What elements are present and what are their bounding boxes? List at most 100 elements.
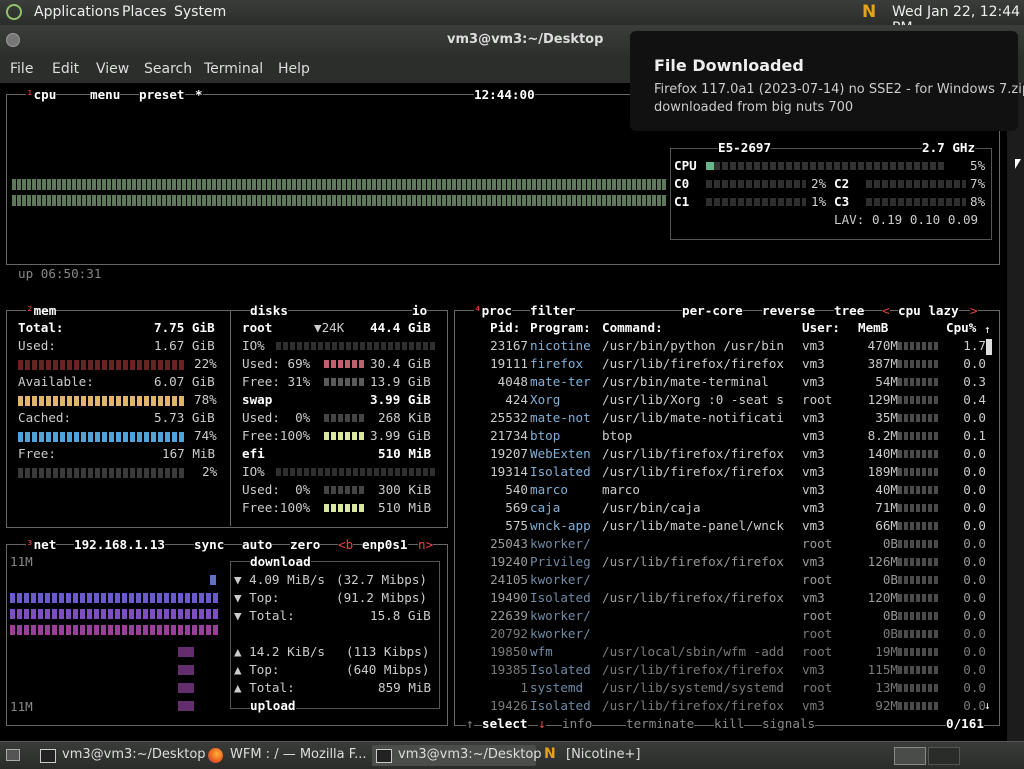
proc-cell-cpu[interactable]: 0.0 xyxy=(940,553,986,571)
proc-cell-user[interactable]: vm3 xyxy=(802,517,825,535)
proc-cell-pid[interactable]: 1 xyxy=(484,679,528,697)
proc-cell-program[interactable]: systemd xyxy=(530,679,583,697)
proc-cell-mem[interactable]: 120M xyxy=(852,589,898,607)
proc-cell-cpu[interactable]: 0.0 xyxy=(940,535,986,553)
proc-cell-user[interactable]: vm3 xyxy=(802,697,825,715)
proc-cell-cpu[interactable]: 0.0 xyxy=(940,589,986,607)
net-sync-toggle[interactable]: sync xyxy=(194,536,225,554)
proc-cell-pid[interactable]: 19385 xyxy=(484,661,528,679)
col-pid[interactable]: Pid: xyxy=(490,319,520,337)
proc-cell-user[interactable]: root xyxy=(802,625,832,643)
col-program[interactable]: Program: xyxy=(530,319,591,337)
proc-cell-command[interactable]: /usr/lib/mate-panel/wnck xyxy=(602,517,784,535)
proc-cell-command[interactable]: /usr/lib/mate-notificati xyxy=(602,409,784,427)
proc-cell-command[interactable]: /usr/lib/systemd/systemd xyxy=(602,679,784,697)
proc-cell-mem[interactable]: 387M xyxy=(852,355,898,373)
proc-cell-mem[interactable]: 470M xyxy=(852,337,898,355)
proc-cell-pid[interactable]: 25043 xyxy=(484,535,528,553)
proc-scrollbar[interactable]: ↑ ↓ xyxy=(984,321,994,712)
task-terminal-2[interactable]: vm3@vm3:~/Desktop xyxy=(372,745,542,766)
proc-cell-pid[interactable]: 19490 xyxy=(484,589,528,607)
proc-cell-mem[interactable]: 0B xyxy=(852,571,898,589)
proc-cell-user[interactable]: vm3 xyxy=(802,355,825,373)
proc-cell-user[interactable]: root xyxy=(802,643,832,661)
proc-cell-user[interactable]: vm3 xyxy=(802,553,825,571)
proc-cell-mem[interactable]: 54M xyxy=(852,373,898,391)
proc-cell-program[interactable]: caja xyxy=(530,499,560,517)
places-menu[interactable]: Places xyxy=(122,4,167,20)
proc-cell-cpu[interactable]: 0.0 xyxy=(940,463,986,481)
proc-cell-program[interactable]: btop xyxy=(530,427,560,445)
proc-sort-prev[interactable]: < xyxy=(882,302,890,320)
proc-cell-pid[interactable]: 21734 xyxy=(484,427,528,445)
proc-cell-user[interactable]: root xyxy=(802,535,832,553)
proc-cell-cpu[interactable]: 0.0 xyxy=(940,697,986,715)
proc-cell-pid[interactable]: 20792 xyxy=(484,625,528,643)
proc-cell-cpu[interactable]: 0.0 xyxy=(940,625,986,643)
proc-cell-user[interactable]: vm3 xyxy=(802,589,825,607)
proc-filter-button[interactable]: filter xyxy=(530,302,576,320)
proc-cell-user[interactable]: vm3 xyxy=(802,661,825,679)
proc-cell-user[interactable]: root xyxy=(802,391,832,409)
proc-cell-cpu[interactable]: 0.1 xyxy=(940,427,986,445)
task-firefox[interactable]: WFM : / — Mozilla F... xyxy=(204,745,368,766)
proc-cell-pid[interactable]: 19314 xyxy=(484,463,528,481)
col-command[interactable]: Command: xyxy=(602,319,663,337)
proc-cell-program[interactable]: Isolated xyxy=(530,463,591,481)
proc-cell-cpu[interactable]: 0.0 xyxy=(940,679,986,697)
proc-cell-program[interactable]: firefox xyxy=(530,355,583,373)
proc-cell-program[interactable]: kworker/ xyxy=(530,607,591,625)
proc-cell-mem[interactable]: 189M xyxy=(852,463,898,481)
proc-cell-mem[interactable]: 13M xyxy=(852,679,898,697)
proc-cell-program[interactable]: Isolated xyxy=(530,661,591,679)
proc-cell-user[interactable]: vm3 xyxy=(802,463,825,481)
proc-cell-cpu[interactable]: 0.0 xyxy=(940,571,986,589)
proc-sort-label[interactable]: cpu lazy xyxy=(898,302,959,320)
proc-cell-pid[interactable]: 19426 xyxy=(484,697,528,715)
proc-cell-mem[interactable]: 129M xyxy=(852,391,898,409)
proc-cell-command[interactable]: /usr/bin/mate-terminal xyxy=(602,373,769,391)
proc-cell-command[interactable]: /usr/local/sbin/wfm -add xyxy=(602,643,784,661)
proc-select-label[interactable]: select xyxy=(482,715,528,733)
proc-cell-user[interactable]: vm3 xyxy=(802,373,825,391)
proc-cell-user[interactable]: vm3 xyxy=(802,337,825,355)
proc-cell-command[interactable]: /usr/lib/firefox/firefox xyxy=(602,661,784,679)
proc-cell-cpu[interactable]: 0.0 xyxy=(940,499,986,517)
proc-cell-program[interactable]: wfm xyxy=(530,643,553,661)
proc-cell-command[interactable]: /usr/bin/python /usr/bin xyxy=(602,337,784,355)
proc-cell-pid[interactable]: 424 xyxy=(484,391,528,409)
proc-cell-mem[interactable]: 19M xyxy=(852,643,898,661)
proc-cell-command[interactable]: /usr/lib/firefox/firefox xyxy=(602,589,784,607)
net-prev-iface-button[interactable]: <b xyxy=(338,536,354,554)
proc-cell-user[interactable]: vm3 xyxy=(802,499,825,517)
proc-cell-pid[interactable]: 25532 xyxy=(484,409,528,427)
menu-terminal[interactable]: Terminal xyxy=(204,61,263,77)
system-menu[interactable]: System xyxy=(174,4,226,20)
proc-cell-pid[interactable]: 22639 xyxy=(484,607,528,625)
proc-cell-program[interactable]: Privileg xyxy=(530,553,591,571)
task-terminal-1[interactable]: vm3@vm3:~/Desktop xyxy=(36,745,206,766)
mate-logo-icon[interactable] xyxy=(6,4,22,20)
applications-menu[interactable]: Applications xyxy=(34,4,120,20)
net-next-iface-button[interactable]: n> xyxy=(418,536,434,554)
proc-kill-button[interactable]: kill xyxy=(714,715,745,733)
proc-cell-command[interactable]: /usr/lib/firefox/firefox xyxy=(602,697,784,715)
proc-cell-command[interactable]: /usr/lib/firefox/firefox xyxy=(602,355,784,373)
window-menu-icon[interactable] xyxy=(6,33,20,47)
io-toggle[interactable]: io xyxy=(412,302,428,320)
scroll-down-icon[interactable]: ↓ xyxy=(984,697,991,715)
proc-cell-user[interactable]: vm3 xyxy=(802,409,825,427)
nicotine-tray-icon[interactable]: N xyxy=(862,2,884,22)
proc-cell-user[interactable]: vm3 xyxy=(802,427,825,445)
col-user[interactable]: User: xyxy=(802,319,840,337)
show-desktop-icon[interactable] xyxy=(6,749,20,761)
proc-cell-cpu[interactable]: 1.7 xyxy=(940,337,986,355)
proc-cell-program[interactable]: mate-ter xyxy=(530,373,591,391)
mem-tab[interactable]: ²mem xyxy=(26,302,57,320)
proc-cell-pid[interactable]: 19111 xyxy=(484,355,528,373)
proc-cell-program[interactable]: wnck-app xyxy=(530,517,591,535)
scroll-up-icon[interactable]: ↑ xyxy=(984,321,991,339)
cpu-tab[interactable]: ¹cpu xyxy=(26,86,57,104)
proc-per-core-toggle[interactable]: per-core xyxy=(682,302,743,320)
proc-cell-pid[interactable]: 19207 xyxy=(484,445,528,463)
